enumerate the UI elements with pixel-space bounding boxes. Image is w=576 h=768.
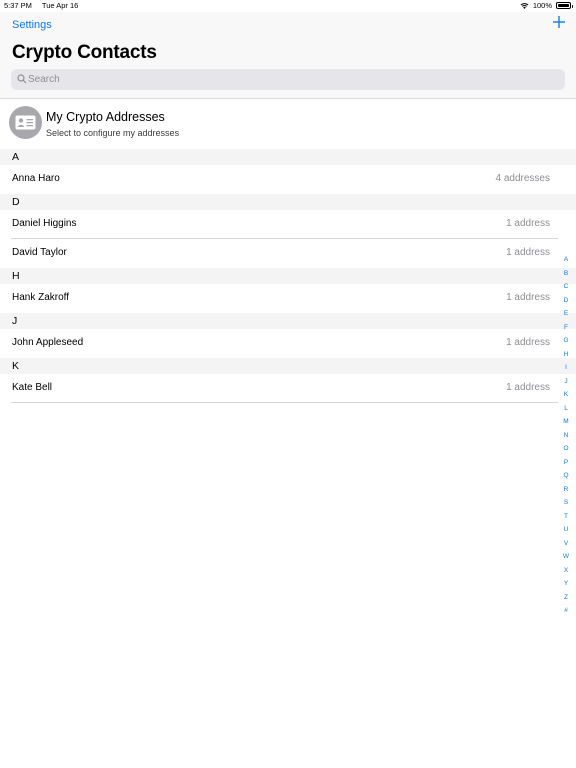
search-bar[interactable] — [11, 69, 565, 90]
index-letter[interactable]: H — [561, 348, 571, 362]
section-letter: J — [12, 315, 18, 327]
my-addresses-subtitle: Select to configure my addresses — [46, 128, 180, 138]
index-letter[interactable]: F — [561, 321, 571, 335]
section-header-h: H — [0, 268, 576, 284]
section-header-k: K — [0, 358, 576, 374]
section-letter: K — [12, 360, 20, 372]
index-letter[interactable]: N — [561, 429, 571, 443]
index-letter[interactable]: W — [561, 550, 571, 564]
address-count: 1 address — [506, 218, 550, 229]
address-count: 4 addresses — [495, 173, 550, 184]
index-letter[interactable]: Z — [561, 591, 571, 605]
contact-row[interactable]: David Taylor 1 address — [0, 239, 576, 268]
index-letter[interactable]: X — [561, 564, 571, 578]
status-date: Tue Apr 16 — [41, 1, 79, 10]
contact-name: David Taylor — [12, 247, 67, 258]
contact-row[interactable]: Hank Zakroff 1 address — [0, 284, 576, 313]
battery-percent: 100% — [532, 1, 552, 10]
index-letter[interactable]: S — [561, 496, 571, 510]
status-time: 5:37 PM — [4, 1, 32, 10]
index-letter[interactable]: V — [561, 537, 571, 551]
index-letter[interactable]: C — [561, 280, 571, 294]
wifi-icon — [520, 2, 529, 9]
index-letter[interactable]: # — [561, 604, 571, 618]
contact-row[interactable]: Daniel Higgins 1 address — [0, 210, 576, 239]
index-letter[interactable]: G — [561, 334, 571, 348]
address-count: 1 address — [506, 382, 550, 393]
navigation-header: Settings Crypto Contacts — [0, 12, 576, 99]
address-count: 1 address — [506, 247, 550, 258]
section-index-bar[interactable]: A B C D E F G H I J K L M N O P Q R S T U V W X Y Z # — [561, 253, 571, 618]
row-separator — [11, 402, 558, 403]
battery-icon — [556, 2, 573, 9]
contact-name: John Appleseed — [12, 337, 84, 348]
contact-name: Kate Bell — [12, 382, 53, 393]
contact-name: Hank Zakroff — [12, 292, 70, 303]
address-count: 1 address — [506, 337, 550, 348]
index-letter[interactable]: M — [561, 415, 571, 429]
status-right: 100% — [520, 1, 573, 10]
contact-row[interactable]: John Appleseed 1 address — [0, 329, 576, 358]
section-letter: A — [12, 151, 20, 163]
index-letter[interactable]: A — [561, 253, 571, 267]
index-letter[interactable]: T — [561, 510, 571, 524]
index-letter[interactable]: D — [561, 294, 571, 308]
my-addresses-title: My Crypto Addresses — [46, 110, 165, 124]
index-letter[interactable]: Y — [561, 577, 571, 591]
status-left: 5:37 PM Tue Apr 16 — [4, 1, 86, 10]
page-title: Crypto Contacts — [12, 42, 157, 63]
search-icon — [17, 74, 27, 84]
search-input[interactable] — [28, 71, 548, 88]
index-letter[interactable]: P — [561, 456, 571, 470]
index-letter[interactable]: I — [561, 361, 571, 375]
contact-name: Anna Haro — [12, 173, 60, 184]
index-letter[interactable]: E — [561, 307, 571, 321]
index-letter[interactable]: B — [561, 267, 571, 281]
index-letter[interactable]: J — [561, 375, 571, 389]
battery-level — [558, 4, 569, 7]
index-letter[interactable]: U — [561, 523, 571, 537]
my-crypto-addresses-row[interactable]: My Crypto Addresses Select to configure … — [0, 99, 576, 149]
contact-row[interactable]: Anna Haro 4 addresses — [0, 165, 576, 194]
index-letter[interactable]: O — [561, 442, 571, 456]
index-letter[interactable]: R — [561, 483, 571, 497]
section-header-j: J — [0, 313, 576, 329]
contact-row[interactable]: Kate Bell 1 address — [0, 374, 576, 403]
index-letter[interactable]: Q — [561, 469, 571, 483]
contact-name: Daniel Higgins — [12, 218, 77, 229]
section-letter: D — [12, 196, 20, 208]
index-letter[interactable]: K — [561, 388, 571, 402]
settings-button[interactable]: Settings — [12, 19, 52, 31]
index-letter[interactable]: L — [561, 402, 571, 416]
section-header-a: A — [0, 149, 576, 165]
contact-card-icon — [9, 106, 42, 139]
section-header-d: D — [0, 194, 576, 210]
section-letter: H — [12, 270, 20, 282]
address-count: 1 address — [506, 292, 550, 303]
status-bar: 5:37 PM Tue Apr 16 100% — [0, 0, 576, 12]
plus-icon[interactable] — [552, 15, 566, 29]
